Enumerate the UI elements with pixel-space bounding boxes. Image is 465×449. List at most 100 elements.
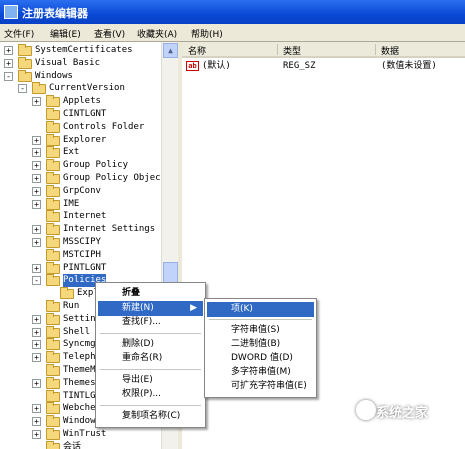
context_menu-item[interactable]: 权限(P)... (98, 387, 203, 402)
tree-item[interactable]: CINTLGNT (0, 108, 161, 121)
context_menu-item-label: 重命名(R) (122, 353, 163, 363)
column-divider[interactable] (277, 44, 278, 55)
tree-item[interactable]: - Windows (0, 69, 161, 83)
tree-item[interactable]: Controls Folder (0, 120, 161, 134)
expand-icon[interactable]: + (32, 340, 41, 350)
expand-icon[interactable]: + (32, 174, 41, 183)
folder-icon (46, 236, 60, 248)
menu-separator (100, 404, 201, 406)
value-type: REG_SZ (283, 61, 316, 71)
tree-item[interactable]: + Applets (0, 95, 161, 108)
tree-item[interactable]: + Visual Basic (0, 56, 161, 70)
watermark-text: 系统之家 (376, 406, 429, 421)
expand-icon[interactable]: + (32, 186, 41, 196)
expand-icon[interactable]: + (32, 225, 41, 235)
submenu-item-label: 可扩充字符串值(E) (231, 381, 307, 391)
watermark-logo-icon (356, 400, 376, 420)
expand-icon[interactable]: + (32, 327, 41, 337)
folder-icon (46, 325, 60, 338)
expand-icon[interactable]: + (32, 199, 41, 209)
tree-item-label: WinTrust (63, 429, 107, 439)
tree-item-label: Explorer (63, 134, 107, 145)
expand-icon[interactable]: + (32, 378, 41, 388)
folder-icon (60, 287, 74, 300)
expand-icon[interactable]: + (32, 161, 41, 171)
submenu-arrow-icon: ▶ (190, 302, 197, 313)
submenu-item[interactable]: 可扩充字符串值(E) (207, 379, 314, 394)
tree-item[interactable]: MSTCIPH (0, 248, 161, 262)
title-bar: 注册表编辑器 (0, 0, 465, 24)
folder-icon (46, 184, 60, 197)
tree-item-label: Themes (63, 377, 96, 388)
folder-icon (46, 364, 60, 376)
tree-item-label: Run (63, 301, 80, 311)
context_menu-item[interactable]: 重命名(R) (98, 351, 203, 366)
collapse-icon[interactable]: - (18, 84, 27, 94)
tree-item[interactable]: + SystemCertificates (0, 44, 161, 57)
expand-icon[interactable]: + (32, 238, 41, 247)
submenu-item-label: 项(K) (231, 304, 253, 314)
expand-icon[interactable]: + (32, 404, 41, 414)
expand-icon[interactable]: + (32, 263, 41, 273)
scroll-up-arrow-icon[interactable]: ▲ (163, 43, 178, 58)
context_menu-item[interactable]: 折叠 (98, 286, 203, 301)
tree-item[interactable]: 会话 (0, 440, 161, 449)
submenu-item[interactable]: DWORD 值(D) (207, 351, 314, 366)
menu-view[interactable]: 查看(V) (94, 27, 125, 40)
collapse-icon[interactable]: - (4, 71, 13, 81)
submenu-item[interactable]: 字符串值(S) (207, 323, 314, 338)
tree-item[interactable]: + PINTLGNT (0, 261, 161, 275)
tree-item[interactable]: + Internet Settings (0, 223, 161, 236)
collapse-icon[interactable]: - (32, 276, 41, 286)
submenu-item[interactable]: 项(K) (207, 302, 314, 317)
expand-icon[interactable]: + (32, 430, 41, 439)
menu-file[interactable]: 文件(F) (4, 27, 34, 40)
expand-icon[interactable]: + (4, 46, 13, 55)
context_menu-item[interactable]: 复制项名称(C) (98, 409, 203, 424)
tree-item[interactable]: + GrpConv (0, 184, 161, 198)
value-row[interactable]: ab (默认) REG_SZ (数值未设置) (182, 59, 465, 73)
string-value-icon: ab (186, 61, 199, 71)
tree-item[interactable]: + WinTrust (0, 428, 161, 441)
tree-item[interactable]: + Explorer (0, 133, 161, 147)
submenu-item[interactable]: 多字符串值(M) (207, 365, 314, 380)
expand-icon[interactable]: + (32, 97, 41, 107)
tree-item[interactable]: + Group Policy Objec (0, 172, 161, 185)
context_menu-item[interactable]: 删除(D) (98, 337, 203, 352)
context_menu-item-label: 导出(E) (122, 374, 153, 385)
menu-edit[interactable]: 编辑(E) (50, 27, 81, 40)
tree-item-label: SystemCertificates (35, 45, 133, 55)
menu-favorites[interactable]: 收藏夹(A) (137, 27, 177, 40)
tree-item-label: Group Policy (63, 160, 129, 171)
tree-item-label: Ext (63, 147, 80, 158)
submenu-item[interactable]: 二进制值(B) (207, 337, 314, 352)
expand-icon[interactable]: + (32, 148, 41, 158)
tree-item[interactable]: + Group Policy (0, 159, 161, 172)
context_menu-item-label: 折叠 (122, 288, 141, 298)
expand-icon[interactable]: + (32, 417, 41, 427)
context_menu-item[interactable]: 导出(E) (98, 373, 203, 388)
folder-icon (46, 440, 60, 449)
menu-help[interactable]: 帮助(H) (191, 27, 223, 40)
folder-icon (46, 428, 60, 440)
context_menu-item[interactable]: 新建(N) ▶ (98, 300, 203, 316)
folder-icon (18, 69, 32, 82)
expand-icon[interactable]: + (32, 353, 41, 363)
folder-icon (46, 248, 60, 261)
context_menu-item[interactable]: 查找(F)... (98, 315, 203, 330)
column-name-header[interactable]: 名称 (188, 44, 206, 57)
tree-item[interactable]: + MSSCIPY (0, 236, 161, 249)
expand-icon[interactable]: + (32, 314, 41, 324)
tree-item[interactable]: + Ext (0, 146, 161, 159)
column-type-header[interactable]: 类型 (283, 44, 301, 57)
expand-icon[interactable]: + (4, 58, 13, 68)
expand-icon[interactable]: + (32, 135, 41, 145)
tree-item[interactable]: + IME (0, 197, 161, 211)
tree-item-label: Group Policy Objec (63, 173, 161, 183)
folder-icon (46, 300, 60, 312)
context_menu-item-label: 复制项名称(C) (122, 410, 181, 421)
tree-item[interactable]: - CurrentVersion (0, 82, 161, 95)
column-data-header[interactable]: 数据 (381, 44, 399, 57)
tree-item[interactable]: Internet (0, 210, 161, 223)
column-divider[interactable] (375, 44, 376, 55)
